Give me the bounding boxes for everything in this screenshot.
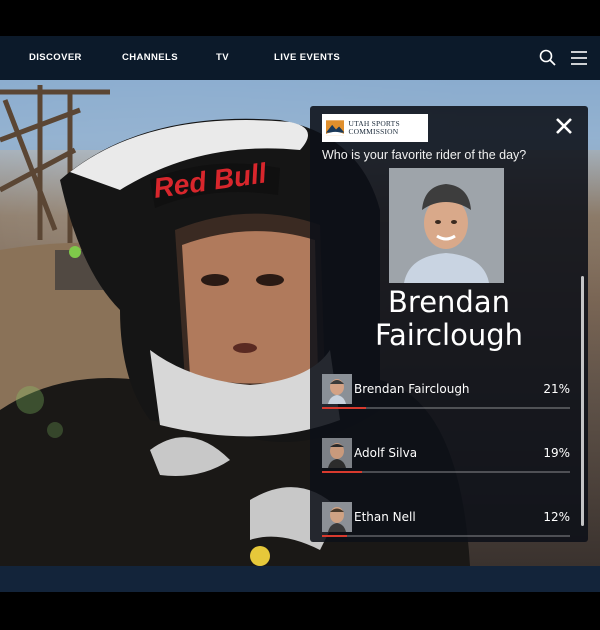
poll-scrollbar[interactable] <box>581 276 584 526</box>
option-name: Adolf Silva <box>354 446 418 460</box>
featured-rider-name: Brendan Fairclough <box>374 285 524 352</box>
option-percent: 12% <box>543 510 570 524</box>
rider-thumbnail <box>322 502 352 532</box>
rider-thumbnail <box>322 374 352 404</box>
nav-live-events[interactable]: LIVE EVENTS <box>274 52 340 63</box>
featured-rider-photo <box>389 168 504 283</box>
search-icon[interactable] <box>538 48 558 68</box>
option-progress-fill <box>322 407 367 409</box>
rider-thumbnail <box>322 438 352 468</box>
mountain-logo-icon <box>326 120 345 136</box>
top-navigation-bar: DISCOVER CHANNELS TV LIVE EVENTS <box>0 36 600 80</box>
option-progress-track <box>322 407 570 409</box>
bottom-letterbox <box>0 592 600 630</box>
option-name: Ethan Nell <box>354 510 416 524</box>
hamburger-menu-icon[interactable] <box>569 48 589 68</box>
option-percent: 21% <box>543 382 570 396</box>
poll-option[interactable]: Brendan Fairclough 21% <box>322 374 570 409</box>
option-percent: 19% <box>543 446 570 460</box>
sponsor-logo-text: UTAH SPORTS COMMISSION <box>348 119 400 136</box>
option-progress-track <box>322 535 570 537</box>
option-progress-fill <box>322 535 348 537</box>
top-letterbox <box>0 0 600 36</box>
sponsor-logo: UTAH SPORTS COMMISSION <box>322 114 428 142</box>
nav-tv[interactable]: TV <box>216 52 229 63</box>
option-name: Brendan Fairclough <box>354 382 470 396</box>
option-progress-fill <box>322 471 363 473</box>
video-progress-bar[interactable] <box>0 566 600 592</box>
poll-overlay: UTAH SPORTS COMMISSION Who is your favor… <box>310 106 588 542</box>
poll-question: Who is your favorite rider of the day? <box>322 148 527 162</box>
nav-channels[interactable]: CHANNELS <box>122 52 178 63</box>
poll-option[interactable]: Ethan Nell 12% <box>322 502 570 537</box>
poll-option[interactable]: Adolf Silva 19% <box>322 438 570 473</box>
close-icon[interactable] <box>554 116 574 136</box>
option-progress-track <box>322 471 570 473</box>
nav-discover[interactable]: DISCOVER <box>29 52 82 63</box>
